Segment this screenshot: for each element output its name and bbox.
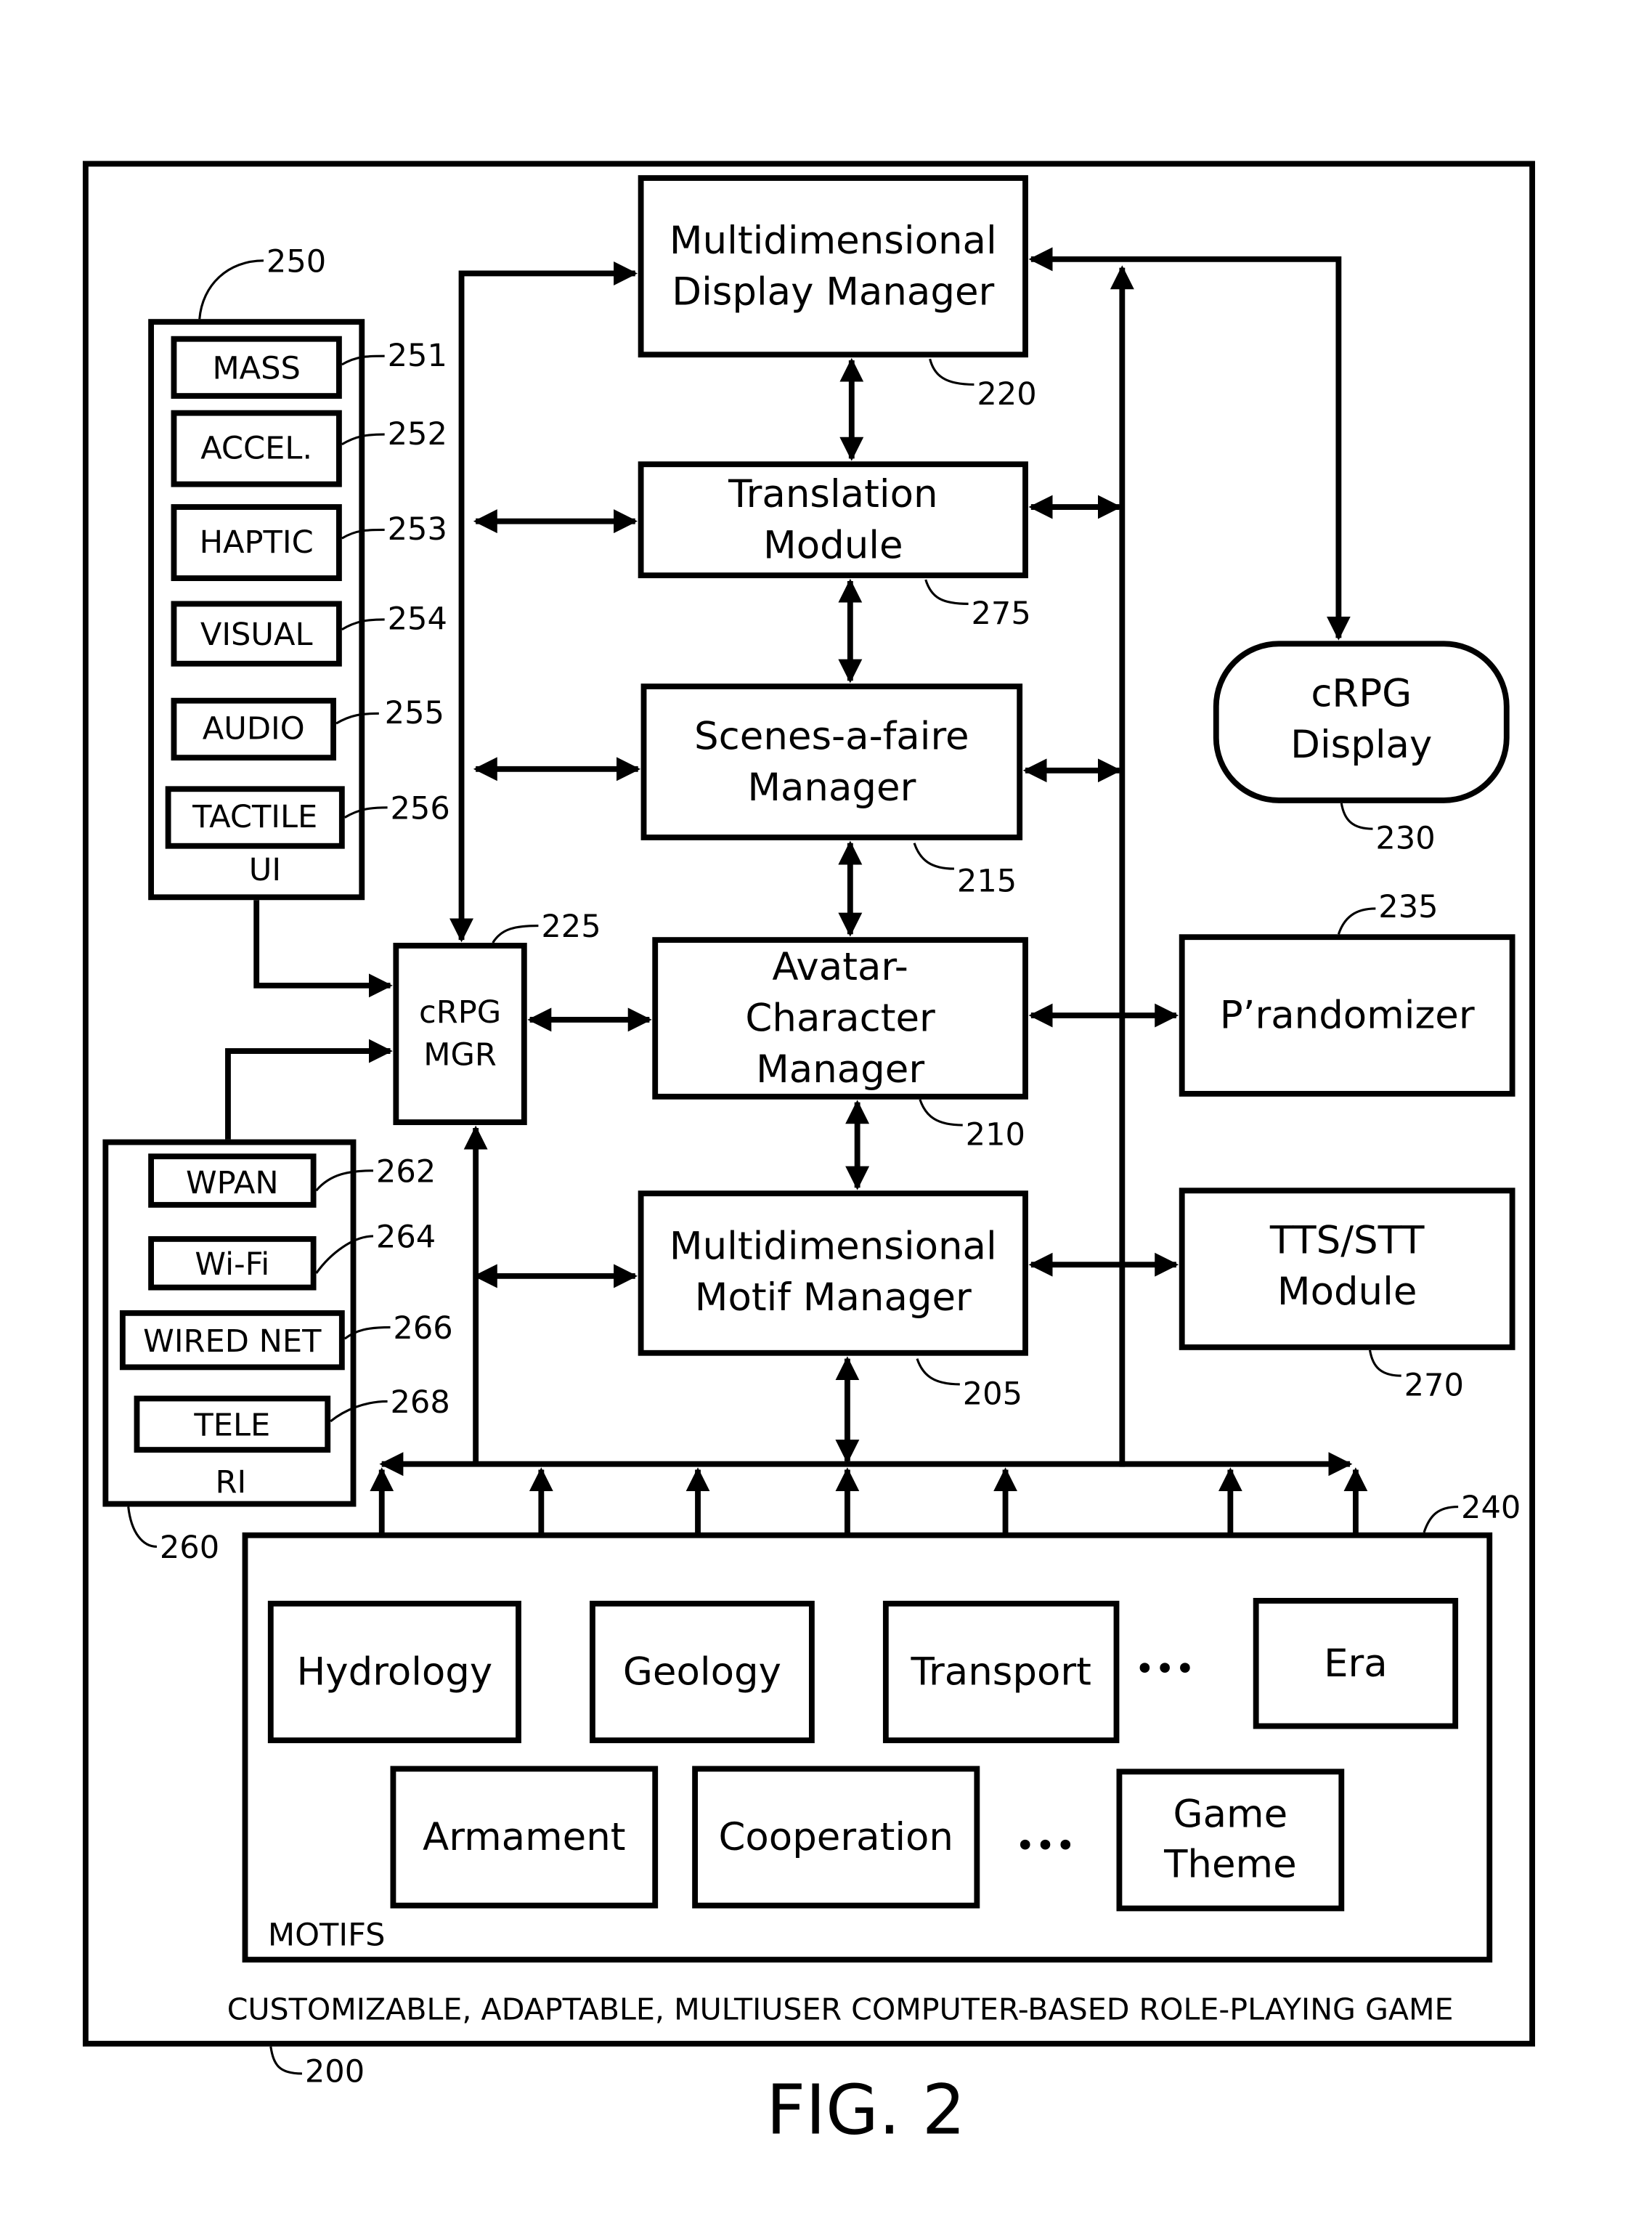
svg-text:cRPG: cRPG: [419, 994, 501, 1031]
svg-text:Manager: Manager: [747, 766, 916, 810]
svg-text:Translation: Translation: [728, 472, 937, 516]
svg-text:ACCEL.: ACCEL.: [200, 430, 312, 466]
svg-text:230: 230: [1375, 821, 1435, 857]
svg-text:Module: Module: [1277, 1270, 1417, 1314]
svg-text:cRPG: cRPG: [1311, 672, 1412, 716]
svg-text:Armament: Armament: [423, 1815, 625, 1859]
svg-text:MGR: MGR: [423, 1037, 497, 1073]
svg-text:220: 220: [977, 376, 1036, 413]
svg-text:Manager: Manager: [756, 1047, 924, 1092]
svg-text:240: 240: [1461, 1490, 1521, 1526]
svg-text:UI: UI: [249, 852, 281, 888]
figure-caption: FIG. 2: [766, 2071, 966, 2150]
svg-text:MOTIFS: MOTIFS: [268, 1917, 386, 1953]
svg-text:MASS: MASS: [212, 351, 300, 387]
svg-text:WPAN: WPAN: [186, 1165, 279, 1201]
svg-text:P’randomizer: P’randomizer: [1220, 994, 1475, 1038]
svg-text:Theme: Theme: [1163, 1842, 1297, 1886]
system-ref: 200: [305, 2054, 365, 2090]
svg-text:AUDIO: AUDIO: [203, 711, 305, 747]
svg-text:TACTILE: TACTILE: [192, 799, 317, 835]
svg-text:253: 253: [388, 511, 447, 548]
svg-text:256: 256: [390, 790, 449, 827]
svg-text:205: 205: [963, 1376, 1022, 1412]
svg-text:Display: Display: [1290, 723, 1432, 767]
svg-text:264: 264: [376, 1219, 436, 1256]
svg-text:Motif Manager: Motif Manager: [695, 1275, 972, 1320]
svg-text:Module: Module: [763, 524, 903, 568]
svg-text:Cooperation: Cooperation: [718, 1815, 953, 1859]
svg-text:215: 215: [957, 863, 1017, 899]
patent-figure: CUSTOMIZABLE, ADAPTABLE, MULTIUSER COMPU…: [82, 161, 1535, 2150]
motifs-block: 240 MOTIFS Hydrology Geology Transport •…: [242, 1490, 1521, 1963]
system-title: CUSTOMIZABLE, ADAPTABLE, MULTIUSER COMPU…: [227, 1992, 1454, 2026]
svg-text:225: 225: [541, 909, 601, 945]
svg-text:Transport: Transport: [910, 1650, 1091, 1695]
svg-text:HAPTIC: HAPTIC: [200, 524, 314, 561]
ellipsis: •••: [1135, 1649, 1195, 1689]
svg-text:250: 250: [266, 244, 326, 280]
ref-leader: [269, 2046, 302, 2075]
svg-text:VISUAL: VISUAL: [200, 617, 313, 653]
svg-text:260: 260: [160, 1530, 219, 1566]
svg-text:Multidimensional: Multidimensional: [670, 1224, 997, 1268]
svg-text:Hydrology: Hydrology: [296, 1650, 492, 1695]
svg-text:Wi-Fi: Wi-Fi: [195, 1246, 269, 1283]
svg-text:Era: Era: [1324, 1641, 1388, 1686]
svg-text:262: 262: [376, 1153, 436, 1190]
svg-text:252: 252: [388, 416, 447, 452]
svg-text:210: 210: [966, 1116, 1025, 1153]
svg-text:Multidimensional: Multidimensional: [670, 219, 997, 263]
svg-text:Geology: Geology: [623, 1650, 781, 1695]
svg-text:TELE: TELE: [193, 1407, 270, 1443]
svg-text:266: 266: [393, 1310, 452, 1347]
svg-text:Avatar-: Avatar-: [772, 945, 908, 989]
svg-text:251: 251: [388, 338, 447, 374]
svg-text:270: 270: [1404, 1368, 1464, 1404]
svg-text:255: 255: [385, 695, 444, 731]
svg-text:275: 275: [972, 596, 1031, 632]
svg-text:235: 235: [1378, 889, 1438, 925]
ellipsis: •••: [1015, 1826, 1075, 1866]
svg-text:Display Manager: Display Manager: [672, 270, 994, 314]
svg-text:TTS/STT: TTS/STT: [1269, 1219, 1425, 1263]
svg-text:Scenes-a-faire: Scenes-a-faire: [694, 714, 969, 758]
svg-text:RI: RI: [216, 1464, 247, 1501]
svg-text:Character: Character: [745, 997, 935, 1041]
svg-text:Game: Game: [1173, 1793, 1288, 1837]
svg-text:254: 254: [388, 601, 447, 638]
svg-text:268: 268: [390, 1384, 449, 1421]
svg-text:WIRED NET: WIRED NET: [143, 1323, 322, 1360]
